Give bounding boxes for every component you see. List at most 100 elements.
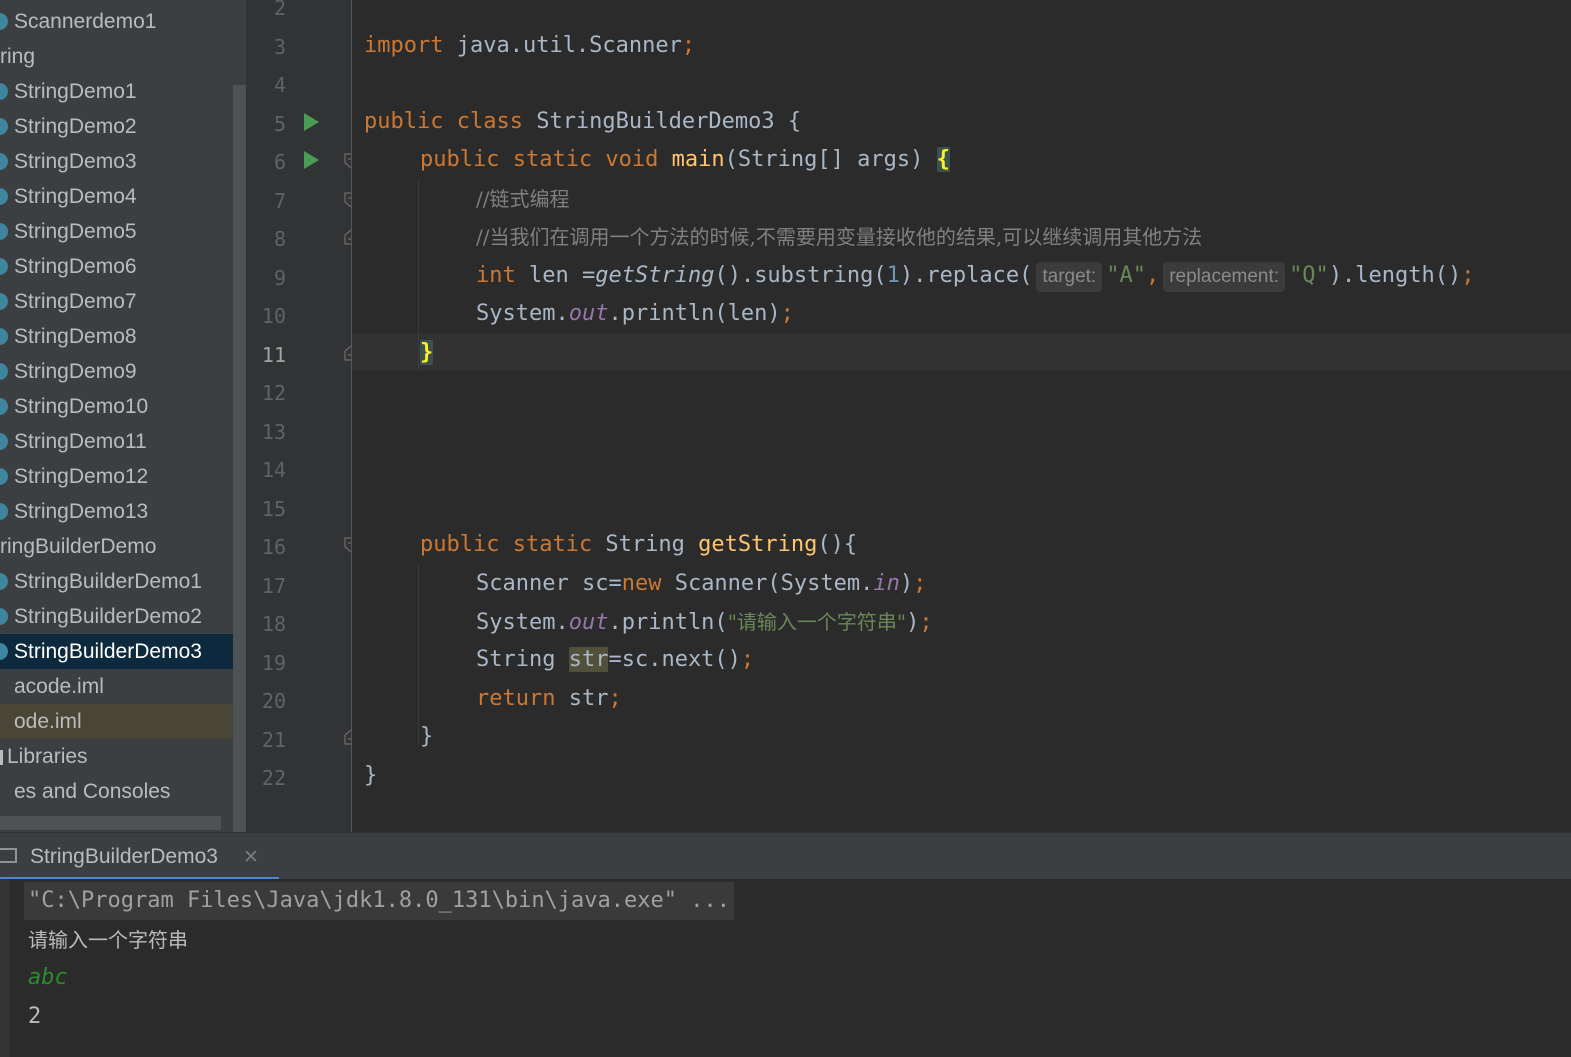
line-number: 22 <box>261 766 286 790</box>
code-line-20: return str; <box>476 686 622 711</box>
tree-item[interactable]: acode.iml <box>0 669 233 704</box>
run-gutter-icon[interactable] <box>304 151 319 169</box>
java-class-icon <box>0 398 8 415</box>
run-tool-window-header: StringBuilderDemo3 ✕ <box>0 832 1571 881</box>
tree-vertical-scrollbar[interactable] <box>233 85 246 832</box>
tree-item[interactable]: StringDemo12 <box>0 459 233 494</box>
tree-horizontal-scrollbar[interactable] <box>0 816 221 830</box>
tree-item-label: Libraries <box>7 745 88 768</box>
tree-item[interactable]: ringBuilderDemo <box>0 529 233 564</box>
line-number: 14 <box>261 458 286 482</box>
tree-item-label: StringDemo7 <box>14 290 137 313</box>
tree-item[interactable]: StringDemo3 <box>0 144 233 179</box>
tree-item-label: acode.iml <box>14 675 104 698</box>
code-line-11: } <box>420 340 434 365</box>
tree-item-label: Scannerdemo1 <box>14 10 157 33</box>
java-class-icon <box>0 328 8 345</box>
console-user-input: abc <box>28 965 68 990</box>
line-number: 9 <box>273 265 286 290</box>
code-line-5: public class StringBuilderDemo3 { <box>364 109 802 134</box>
tree-item-label: StringDemo2 <box>14 115 137 138</box>
tree-item-label: StringDemo3 <box>14 150 137 173</box>
run-tab-label: StringBuilderDemo3 <box>30 845 218 868</box>
tree-item[interactable]: Libraries <box>0 739 233 774</box>
tree-item[interactable]: StringDemo9 <box>0 354 233 389</box>
line-number: 13 <box>261 419 286 444</box>
console-command-line: "C:\Program Files\Java\jdk1.8.0_131\bin\… <box>24 882 734 920</box>
tree-item[interactable]: StringDemo6 <box>0 249 233 284</box>
console-output-line: 2 <box>28 1004 42 1029</box>
tree-item-label: StringDemo6 <box>14 255 137 278</box>
run-tab-stringbuilderdemo3[interactable]: StringBuilderDemo3 ✕ <box>0 833 279 881</box>
tree-item[interactable]: StringBuilderDemo3 <box>0 634 246 669</box>
tree-item-label: ode.iml <box>14 710 82 733</box>
line-number: 8 <box>273 227 286 251</box>
tree-item[interactable]: ring <box>0 39 233 74</box>
tree-item[interactable]: StringBuilderDemo1 <box>0 564 233 599</box>
java-class-icon <box>0 468 8 485</box>
tree-item-label: StringDemo5 <box>14 220 137 243</box>
code-line-18: System.out.println("请输入一个字符串"); <box>476 610 933 635</box>
java-class-icon <box>0 433 8 450</box>
tree-item[interactable]: StringDemo10 <box>0 389 233 424</box>
tree-item-label: StringDemo13 <box>14 500 149 523</box>
tree-item[interactable]: StringDemo7 <box>0 284 233 319</box>
tree-item[interactable]: StringDemo1 <box>0 74 233 109</box>
line-number: 16 <box>261 535 286 559</box>
param-hint-target: target: <box>1036 262 1103 292</box>
tree-item-label: ringBuilderDemo <box>0 535 157 558</box>
line-number: 11 <box>261 342 286 367</box>
run-console[interactable]: "C:\Program Files\Java\jdk1.8.0_131\bin\… <box>0 879 1571 1057</box>
code-line-3: import java.util.Scanner; <box>364 33 696 58</box>
indent-guide <box>418 565 419 745</box>
tree-item-label: StringBuilderDemo2 <box>14 605 202 628</box>
line-number: 7 <box>273 188 286 213</box>
java-class-icon <box>0 188 8 205</box>
tree-item[interactable]: es and Consoles <box>0 774 233 809</box>
tree-item[interactable]: StringDemo4 <box>0 179 233 214</box>
tree-item-label: StringBuilderDemo1 <box>14 570 202 593</box>
tree-item[interactable]: Scannerdemo1 <box>0 4 233 39</box>
console-prompt-line: 请输入一个字符串 <box>28 928 188 952</box>
line-number: 6 <box>273 150 286 174</box>
code-line-10: System.out.println(len); <box>476 301 794 326</box>
tree-item-label: StringDemo8 <box>14 325 137 348</box>
indent-guide <box>418 180 419 370</box>
tree-item[interactable]: StringDemo2 <box>0 109 233 144</box>
java-class-icon <box>0 258 8 275</box>
project-tree: Scannerdemo1 ring StringDemo1 StringDemo2 St… <box>0 0 246 832</box>
code-editor[interactable]: import java.util.Scanner; public class S… <box>352 0 1571 832</box>
editor-gutter: 2 3 4 5 6 7 8 9 10 11 12 13 14 15 16 17 18 19 20 21 22 <box>246 0 584 832</box>
line-number: 19 <box>261 650 286 675</box>
console-gutter <box>0 879 10 1057</box>
tree-item[interactable]: StringDemo11 <box>0 424 233 459</box>
line-number: 10 <box>261 304 286 328</box>
code-line-9: int len =getString().substring(1).replac… <box>476 257 1475 295</box>
java-class-icon <box>0 608 8 625</box>
close-icon[interactable]: ✕ <box>243 833 259 881</box>
line-number: 2 <box>273 0 286 20</box>
tree-item-label: StringDemo11 <box>14 430 147 453</box>
java-class-icon <box>0 223 8 240</box>
java-class-icon <box>0 573 8 590</box>
tree-item-label: StringDemo9 <box>14 360 137 383</box>
code-line-8-comment: //当我们在调用一个方法的时候,不需要用变量接收他的结果,可以继续调用其他方法 <box>476 225 1203 249</box>
code-line-6: public static void main(String[] args) { <box>420 147 950 172</box>
tree-item-label: StringDemo1 <box>14 80 137 103</box>
tree-item[interactable]: StringDemo8 <box>0 319 233 354</box>
code-line-17: Scanner sc=new Scanner(System.in); <box>476 571 927 596</box>
tree-item[interactable]: StringDemo5 <box>0 214 233 249</box>
param-hint-replacement: replacement: <box>1163 262 1286 292</box>
console-icon <box>0 848 17 863</box>
code-line-16: public static String getString(){ <box>420 532 858 557</box>
tree-item-label: StringDemo10 <box>14 395 149 418</box>
java-class-icon <box>0 503 8 520</box>
tree-item[interactable]: ode.iml <box>0 704 246 739</box>
tree-item[interactable]: StringBuilderDemo2 <box>0 599 233 634</box>
run-gutter-icon[interactable] <box>304 113 319 131</box>
line-number: 20 <box>261 689 286 713</box>
line-number: 15 <box>261 496 286 521</box>
tree-item[interactable]: StringDemo13 <box>0 494 233 529</box>
line-number: 4 <box>273 73 286 97</box>
code-line-19: String str=sc.next(); <box>476 647 755 672</box>
